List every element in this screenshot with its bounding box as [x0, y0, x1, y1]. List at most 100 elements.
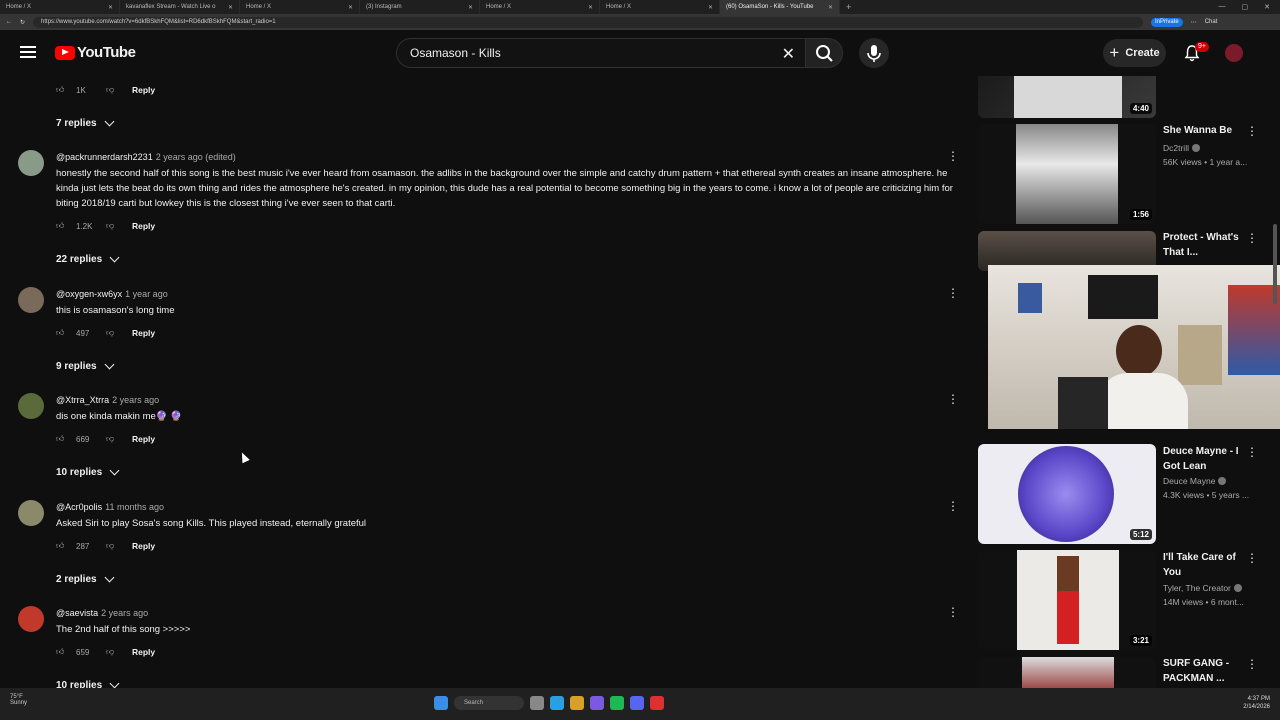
- file-explorer-icon[interactable]: [570, 696, 584, 710]
- commenter-avatar[interactable]: [18, 150, 44, 176]
- channel-name[interactable]: Dc2trill: [1163, 143, 1200, 153]
- spotify-icon[interactable]: [610, 696, 624, 710]
- dislike-icon[interactable]: 👎︎: [106, 328, 132, 338]
- dislike-icon[interactable]: 👎︎: [106, 541, 132, 551]
- video-title[interactable]: SURF GANG - PACKMAN ...: [1163, 656, 1253, 686]
- video-title[interactable]: Protect - What's That I...: [1163, 230, 1253, 260]
- new-tab-icon[interactable]: +: [846, 2, 851, 12]
- close-tab-icon[interactable]: ✕: [228, 4, 233, 11]
- view-replies-button[interactable]: 7 replies: [56, 116, 115, 129]
- comment-more-icon[interactable]: ⋮: [947, 393, 959, 405]
- comment-more-icon[interactable]: ⋮: [947, 150, 959, 162]
- app-icon[interactable]: [650, 696, 664, 710]
- video-title[interactable]: She Wanna Be: [1163, 123, 1253, 138]
- browser-tab[interactable]: Home / X ✕: [0, 0, 120, 14]
- comment-more-icon[interactable]: ⋮: [947, 500, 959, 512]
- view-replies-button[interactable]: 2 replies: [56, 572, 115, 585]
- view-replies-button[interactable]: 9 replies: [56, 359, 115, 372]
- like-icon[interactable]: 👍︎: [56, 221, 68, 231]
- create-button[interactable]: + Create: [1103, 39, 1166, 67]
- close-tab-icon[interactable]: ✕: [468, 4, 473, 11]
- dislike-icon[interactable]: 👎︎: [106, 221, 132, 231]
- comment-time[interactable]: 1 year ago: [125, 289, 168, 299]
- video-title[interactable]: I'll Take Care of You: [1163, 550, 1253, 580]
- close-tab-icon[interactable]: ✕: [588, 4, 593, 11]
- dislike-icon[interactable]: 👎︎: [106, 85, 132, 95]
- reply-button[interactable]: Reply: [132, 328, 155, 338]
- like-icon[interactable]: 👍︎: [56, 328, 68, 338]
- video-more-icon[interactable]: ⋮: [1246, 231, 1258, 245]
- system-tray-clock[interactable]: 4:37 PM 2/14/2026: [1243, 695, 1270, 711]
- channel-name[interactable]: Tyler, The Creator: [1163, 583, 1242, 593]
- video-thumbnail[interactable]: 3:21: [978, 550, 1156, 650]
- browser-menu-icon[interactable]: ⋯: [1191, 19, 1197, 26]
- reply-button[interactable]: Reply: [132, 647, 155, 657]
- close-window-icon[interactable]: ✕: [1264, 3, 1270, 11]
- view-replies-button[interactable]: 22 replies: [56, 252, 120, 265]
- close-tab-icon[interactable]: ✕: [108, 4, 113, 11]
- teams-icon[interactable]: [590, 696, 604, 710]
- comment-author[interactable]: @Acr0polis: [56, 502, 102, 512]
- address-bar[interactable]: https://www.youtube.com/watch?v=6dkfBSkh…: [33, 16, 1144, 28]
- video-more-icon[interactable]: ⋮: [1246, 657, 1258, 671]
- edge-browser-icon[interactable]: [550, 696, 564, 710]
- reply-button[interactable]: Reply: [132, 85, 155, 95]
- channel-name[interactable]: Deuce Mayne: [1163, 476, 1227, 486]
- close-tab-icon[interactable]: ✕: [348, 4, 353, 11]
- dislike-icon[interactable]: 👎︎: [106, 434, 132, 444]
- comment-time[interactable]: 2 years ago (edited): [156, 152, 236, 162]
- sidebar-scrollbar[interactable]: [1273, 224, 1277, 304]
- view-replies-button[interactable]: 10 replies: [56, 465, 120, 478]
- like-icon[interactable]: 👍︎: [56, 647, 68, 657]
- video-thumbnail[interactable]: [978, 657, 1156, 688]
- like-icon[interactable]: 👍︎: [56, 541, 68, 551]
- comment-more-icon[interactable]: ⋮: [947, 287, 959, 299]
- reply-button[interactable]: Reply: [132, 221, 155, 231]
- back-icon[interactable]: ←: [6, 19, 12, 25]
- commenter-avatar[interactable]: [18, 287, 44, 313]
- close-tab-icon[interactable]: ✕: [828, 4, 833, 11]
- account-avatar[interactable]: [1225, 44, 1243, 62]
- comment-time[interactable]: 11 months ago: [105, 502, 164, 512]
- comment-author[interactable]: @oxygen-xw6yx: [56, 289, 122, 299]
- commenter-avatar[interactable]: [18, 606, 44, 632]
- commenter-avatar[interactable]: [18, 393, 44, 419]
- browser-tab[interactable]: Home / X ✕: [600, 0, 720, 14]
- video-more-icon[interactable]: ⋮: [1246, 551, 1258, 565]
- weather-widget[interactable]: 75°F Sunny: [10, 694, 27, 706]
- maximize-icon[interactable]: ▢: [1242, 3, 1249, 11]
- browser-tab[interactable]: Home / X ✕: [480, 0, 600, 14]
- reply-button[interactable]: Reply: [132, 541, 155, 551]
- commenter-avatar[interactable]: [18, 500, 44, 526]
- search-button[interactable]: [805, 38, 843, 68]
- comment-author[interactable]: @Xtrra_Xtrra: [56, 395, 109, 405]
- discord-icon[interactable]: [630, 696, 644, 710]
- windows-start-icon[interactable]: [434, 696, 448, 710]
- reply-button[interactable]: Reply: [132, 434, 155, 444]
- view-replies-button[interactable]: 10 replies: [56, 678, 120, 688]
- inprivate-badge[interactable]: InPrivate: [1151, 17, 1183, 27]
- close-tab-icon[interactable]: ✕: [708, 4, 713, 11]
- video-thumbnail[interactable]: 4:40: [978, 76, 1156, 118]
- browser-tab[interactable]: (3) Instagram ✕: [360, 0, 480, 14]
- comment-more-icon[interactable]: ⋮: [947, 606, 959, 618]
- taskbar-search[interactable]: Search: [454, 696, 524, 710]
- clear-search-icon[interactable]: ✕: [782, 44, 795, 64]
- video-title[interactable]: Deuce Mayne - I Got Lean: [1163, 444, 1253, 474]
- video-thumbnail[interactable]: 5:12: [978, 444, 1156, 544]
- search-input[interactable]: Osamason - Kills ✕: [396, 38, 806, 68]
- minimize-icon[interactable]: —: [1219, 3, 1226, 11]
- video-more-icon[interactable]: ⋮: [1246, 124, 1258, 138]
- dislike-icon[interactable]: 👎︎: [106, 647, 132, 657]
- menu-icon[interactable]: [20, 46, 36, 60]
- comment-time[interactable]: 2 years ago: [112, 395, 159, 405]
- browser-tab[interactable]: kavanaflex Stream - Watch Live o ✕: [120, 0, 240, 14]
- comment-author[interactable]: @saevista: [56, 608, 98, 618]
- like-icon[interactable]: 👍︎: [56, 434, 68, 444]
- video-more-icon[interactable]: ⋮: [1246, 445, 1258, 459]
- youtube-logo[interactable]: YouTube: [55, 44, 136, 61]
- like-icon[interactable]: 👍︎: [56, 85, 68, 95]
- video-thumbnail[interactable]: 1:56: [978, 124, 1156, 224]
- browser-tab[interactable]: Home / X ✕: [240, 0, 360, 14]
- refresh-icon[interactable]: ↻: [20, 19, 25, 26]
